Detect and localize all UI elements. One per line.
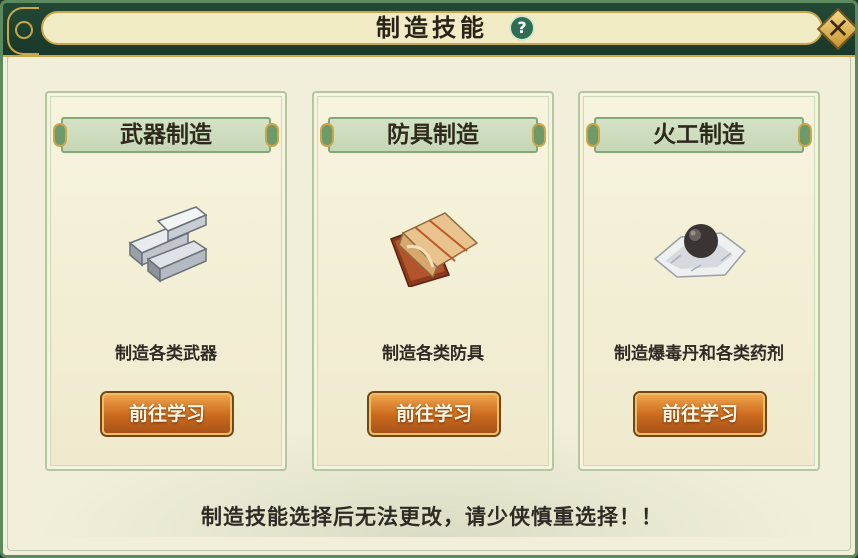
close-x-icon: ✕ bbox=[826, 12, 850, 45]
warning-notice: 制造技能选择后无法更改，请少侠慎重选择！！ bbox=[201, 505, 663, 529]
card-header: 武器制造 bbox=[53, 117, 279, 153]
card-description: 制造爆毒丹和各类药剂 bbox=[614, 344, 784, 364]
scroll-ornament-icon bbox=[798, 123, 812, 147]
button-label: 前往学习 bbox=[395, 403, 472, 425]
go-learn-button[interactable]: 前往学习 bbox=[369, 393, 499, 435]
card-fire-crafting: 火工制造 制造爆毒丹和各类药剂 前往学习 bbox=[578, 91, 820, 471]
card-weapon-crafting: 武器制造 制造各类武器 前往学习 bbox=[45, 91, 287, 471]
help-icon[interactable]: ? bbox=[509, 15, 535, 41]
silver-ingots-icon bbox=[128, 206, 208, 283]
go-learn-button[interactable]: 前往学习 bbox=[635, 393, 765, 435]
card-title: 防具制造 bbox=[387, 122, 479, 148]
go-learn-button[interactable]: 前往学习 bbox=[102, 393, 232, 435]
card-description: 制造各类防具 bbox=[382, 344, 484, 364]
card-header: 防具制造 bbox=[320, 117, 546, 153]
card-description: 制造各类武器 bbox=[115, 344, 217, 364]
crafting-skills-panel: 制造技能 ? ✕ 武器制造 制造各类武器 前往学习 防具制造 制造各类防具 前往… bbox=[0, 0, 858, 558]
card-armor-crafting: 防具制造 制造各类防具 前往学习 bbox=[312, 91, 554, 471]
title-bar: 制造技能 ? ✕ bbox=[3, 3, 855, 57]
title-plate: 制造技能 bbox=[41, 11, 823, 45]
scroll-ornament-icon bbox=[532, 123, 546, 147]
button-label: 前往学习 bbox=[128, 403, 205, 425]
button-label: 前往学习 bbox=[661, 403, 738, 425]
corner-ornament-icon bbox=[7, 7, 39, 55]
black-ball-on-paper-icon bbox=[653, 224, 747, 278]
window-title: 制造技能 bbox=[376, 14, 488, 42]
close-button[interactable]: ✕ bbox=[816, 7, 855, 51]
card-title: 火工制造 bbox=[653, 122, 745, 148]
card-title: 武器制造 bbox=[120, 122, 212, 148]
scroll-ornament-icon bbox=[265, 123, 279, 147]
card-header: 火工制造 bbox=[586, 117, 812, 153]
cloth-bundle-icon bbox=[390, 212, 479, 287]
